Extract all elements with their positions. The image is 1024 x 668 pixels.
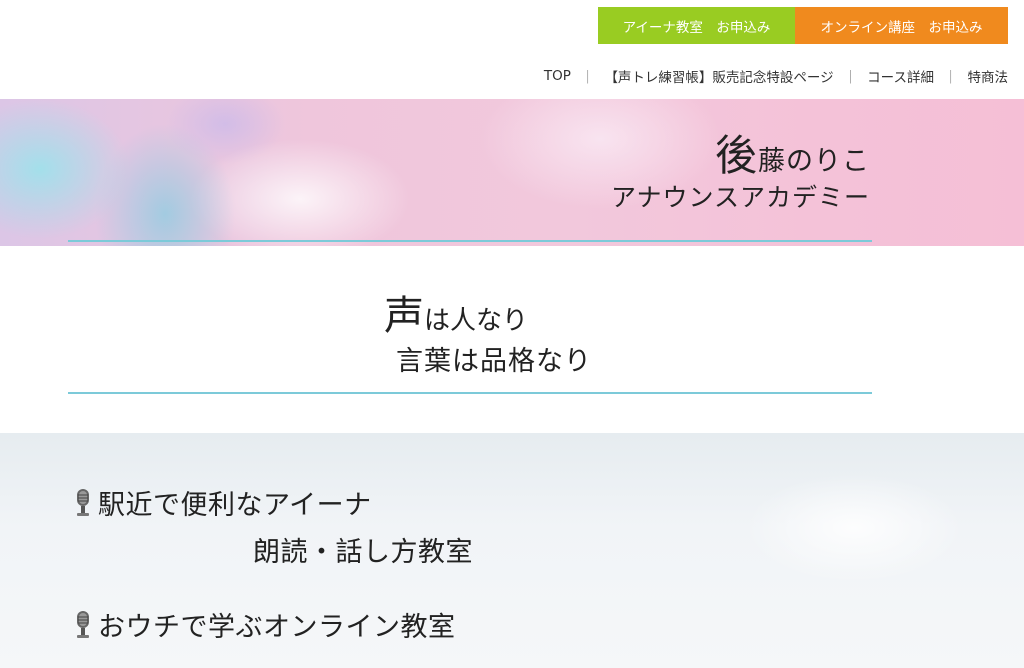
aina-apply-button[interactable]: アイーナ教室 お申込み [598,7,795,44]
site-title: 後藤のりこ アナウンスアカデミー [610,135,870,215]
microphone-icon [77,610,89,638]
motto-line-1-rest: は人なり [424,306,529,336]
divider [68,240,872,242]
academy-name: 後藤のりこ [611,135,870,179]
nav-separator: ｜ [944,70,958,86]
online-course-link[interactable]: おウチで学ぶオンライン教室 [72,605,456,644]
divider [68,392,872,394]
name-first-char: 後 [714,131,758,180]
motto-line-1: 声は人なり [384,283,528,341]
nav-item-special-page[interactable]: 【声トレ練習帳】販売記念特設ページ [604,66,833,86]
motto-first-char: 声 [384,293,424,339]
aina-course-subtitle[interactable]: 朗読・話し方教室 [253,530,473,569]
top-buttons: アイーナ教室 お申込み オンライン講座 お申込み [598,7,1008,44]
motto-line-2: 言葉は品格なり [396,346,592,377]
hero-banner: 後藤のりこ アナウンスアカデミー [0,99,1024,246]
nav-separator: ｜ [580,70,595,86]
online-course-title: おウチで学ぶオンライン教室 [98,612,456,643]
nav-item-course-details[interactable]: コース詳細 [867,66,934,86]
aina-course-title: 駅近で便利なアイーナ [98,490,372,521]
main-nav: TOP ｜ 【声トレ練習帳】販売記念特設ページ ｜ コース詳細 ｜ 特商法 [544,66,1008,86]
nav-item-top[interactable]: TOP [544,68,571,84]
nav-item-legal[interactable]: 特商法 [968,66,1009,86]
microphone-icon [77,488,89,516]
aina-course-link[interactable]: 駅近で便利なアイーナ [72,483,372,522]
nav-separator: ｜ [843,70,858,86]
name-rest: 藤のりこ [758,146,870,177]
online-apply-button[interactable]: オンライン講座 お申込み [795,7,1008,44]
academy-subtitle: アナウンスアカデミー [610,183,870,212]
